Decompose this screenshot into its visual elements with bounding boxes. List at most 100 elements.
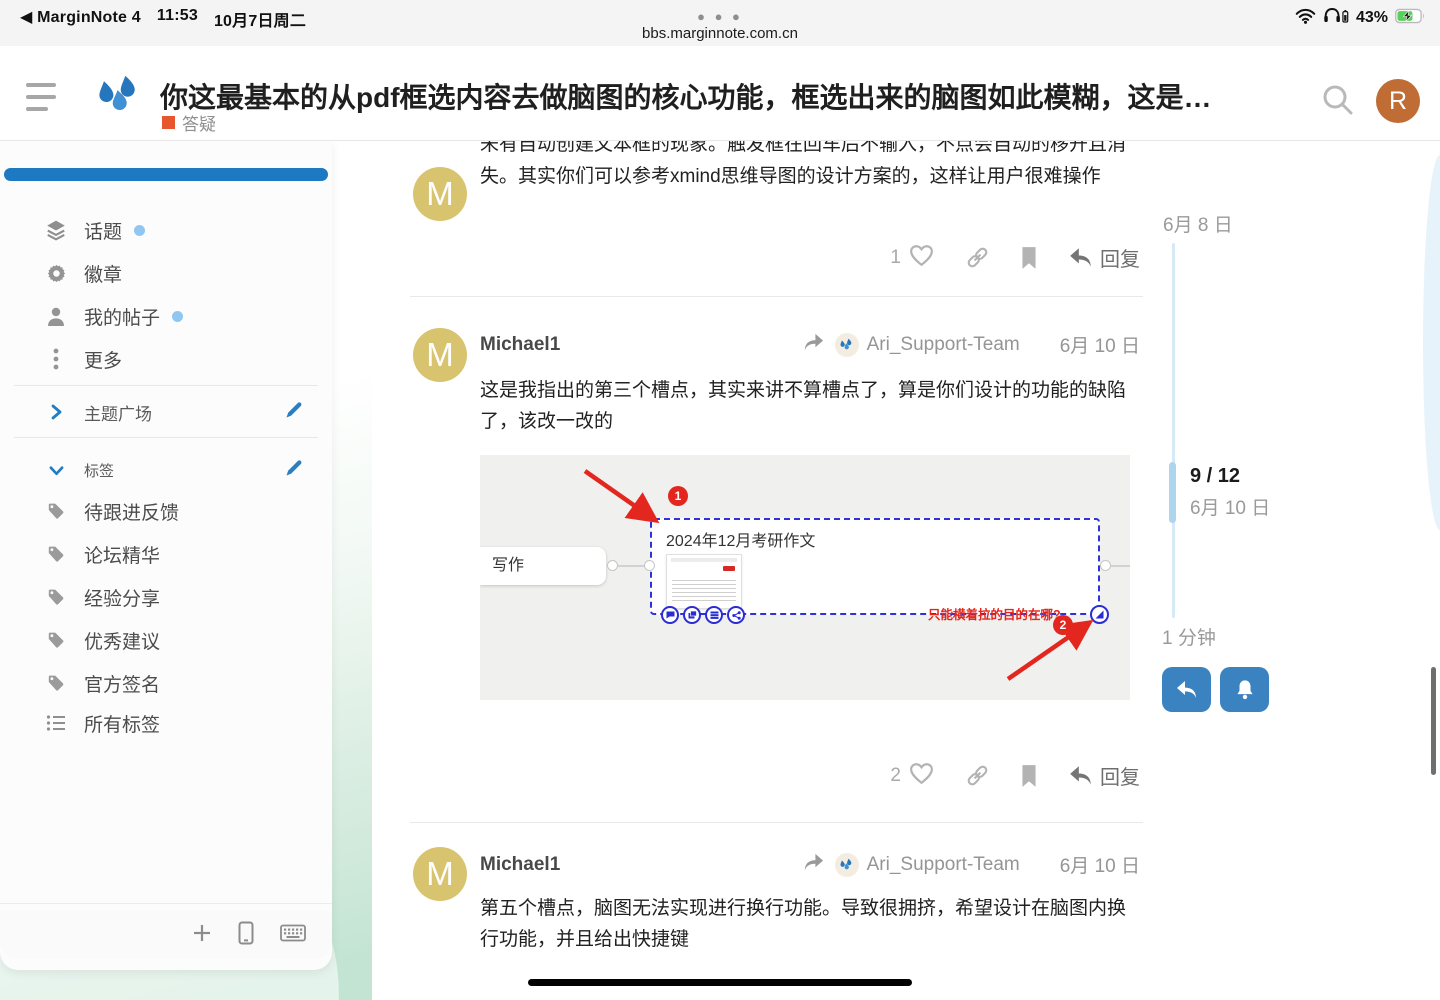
hamburger-menu-icon[interactable] (26, 83, 56, 111)
sidebar-tag-item[interactable]: 经验分享 (0, 581, 332, 613)
mobile-view-button[interactable] (238, 921, 254, 950)
sidebar: 话题 徽章 我的帖子 更多 主题广场 (0, 141, 332, 970)
sidebar-item-label: 更多 (84, 346, 122, 373)
marginnote-logo[interactable] (96, 70, 142, 127)
post-actions: 2 回复 (480, 761, 1140, 790)
battery-icon (1395, 8, 1426, 29)
sidebar-divider (14, 437, 318, 438)
annotation-marker-1: 1 (668, 486, 688, 506)
tag-icon (44, 545, 68, 563)
post-author-avatar[interactable]: M (413, 847, 467, 901)
chevron-right-icon (44, 404, 68, 420)
post-date[interactable]: 6月 10 日 (1060, 851, 1140, 878)
reply-to-name[interactable]: Ari_Support-Team (867, 334, 1020, 356)
address-bar[interactable]: bbs.marginnote.com.cn (0, 25, 1440, 42)
battery-percent: 43% (1356, 9, 1388, 27)
sidebar-item-my-posts[interactable]: 我的帖子 (0, 300, 332, 332)
reply-button[interactable]: 回复 (1068, 761, 1140, 790)
post-text: 失。其实你们可以参考xmind思维导图的设计方案的，这样让用户很难操作 (480, 161, 1140, 192)
page-menu-dots[interactable]: ● ● ● (0, 9, 1440, 24)
sidebar-section-categories[interactable]: 主题广场 (0, 396, 332, 428)
reply-to-name[interactable]: Ari_Support-Team (867, 854, 1020, 876)
reply-to-avatar[interactable] (835, 853, 859, 877)
sidebar-divider (14, 385, 318, 386)
section-label: 主题广场 (84, 400, 152, 425)
right-edge-decoration (1423, 155, 1440, 530)
current-user-avatar[interactable]: R (1376, 79, 1420, 123)
sidebar-footer-divider (0, 903, 332, 904)
layers-icon (44, 219, 68, 241)
sidebar-tag-item[interactable]: 论坛精华 (0, 538, 332, 570)
bookmark-icon[interactable] (1020, 764, 1038, 788)
home-indicator[interactable] (528, 979, 912, 986)
post-image-mindmap[interactable]: 写作 2024年12月考研作文 (480, 455, 1130, 700)
sidebar-item-topics[interactable]: 话题 (0, 214, 332, 246)
sidebar-item-badges[interactable]: 徽章 (0, 257, 332, 289)
like-heart-icon[interactable] (908, 761, 935, 790)
post-text: 这是我指出的第三个槽点，其实来讲不算槽点了，算是你们设计的功能的缺陷了，该改一改… (480, 375, 1140, 437)
bookmark-icon[interactable] (1020, 246, 1038, 270)
post-text: 第五个槽点，脑图无法实现进行换行功能。导致很拥挤，希望设计在脑图内换行功能，并且… (480, 893, 1140, 955)
search-icon[interactable] (1320, 82, 1356, 123)
timeline-current-date[interactable]: 6月 10 日 (1190, 493, 1270, 520)
timeline-start-date[interactable]: 6月 8 日 (1163, 210, 1233, 237)
reply-topic-button[interactable] (1162, 667, 1211, 712)
sidebar-item-all-tags[interactable]: 所有标签 (0, 707, 332, 739)
edit-pencil-icon[interactable] (284, 400, 304, 425)
sidebar-item-label: 所有标签 (84, 710, 160, 737)
section-label: 标签 (84, 460, 114, 481)
timeline-track (1172, 243, 1175, 618)
reply-label: 回复 (1100, 243, 1140, 272)
post-header: Michael1 Ari_Support-Team 6月 10 日 (480, 851, 1140, 878)
page-scrollbar[interactable] (1431, 667, 1436, 775)
sidebar-accent-bar (4, 168, 328, 181)
post-header: Michael1 Ari_Support-Team 6月 10 日 (480, 331, 1140, 358)
sidebar-tag-item[interactable]: 优秀建议 (0, 624, 332, 656)
notifications-bell-button[interactable] (1220, 667, 1269, 712)
unread-dot (172, 311, 183, 322)
tag-icon (44, 631, 68, 649)
list-icon (44, 714, 68, 732)
sidebar-tag-item[interactable]: 待跟进反馈 (0, 495, 332, 527)
post-author-avatar[interactable]: M (413, 328, 467, 382)
sidebar-item-label: 徽章 (84, 260, 122, 287)
timeline-scroller[interactable] (1169, 462, 1176, 523)
tag-label: 经验分享 (84, 584, 160, 611)
ellipsis-vertical-icon (44, 348, 68, 370)
keyboard-shortcuts-button[interactable] (280, 924, 306, 947)
post-stream: M 未有自动创建文本框的现象。触发框在回车后不输入，不点会自动的移开且消 失。其… (410, 141, 1143, 970)
like-count[interactable]: 2 (890, 765, 901, 787)
sidebar-item-more[interactable]: 更多 (0, 343, 332, 375)
badge-icon (44, 263, 68, 284)
timeline-last-activity: 1 分钟 (1162, 623, 1216, 650)
post-author-avatar[interactable]: M (413, 167, 467, 221)
like-heart-icon[interactable] (908, 243, 935, 272)
copy-link-icon[interactable] (965, 763, 990, 788)
copy-link-icon[interactable] (965, 245, 990, 270)
post-date[interactable]: 6月 10 日 (1060, 331, 1140, 358)
post-divider (410, 822, 1143, 823)
category-label: 答疑 (182, 110, 216, 135)
reply-button[interactable]: 回复 (1068, 243, 1140, 272)
tag-label: 官方签名 (84, 670, 160, 697)
post-author-name[interactable]: Michael1 (480, 854, 560, 876)
tag-label: 优秀建议 (84, 627, 160, 654)
status-bar: ◀ MarginNote 4 11:53 10月7日周二 ● ● ● bbs.m… (0, 0, 1440, 46)
post-actions: 1 回复 (480, 243, 1140, 272)
forward-arrow-icon (802, 332, 825, 357)
tag-icon (44, 588, 68, 606)
like-count[interactable]: 1 (890, 247, 901, 269)
screen: ◀ MarginNote 4 11:53 10月7日周二 ● ● ● bbs.m… (0, 0, 1440, 1000)
unread-dot (134, 225, 145, 236)
topic-category[interactable]: 答疑 (162, 110, 216, 135)
sidebar-section-tags[interactable]: 标签 (0, 454, 332, 486)
post-text-clipped: 未有自动创建文本框的现象。触发框在回车后不输入，不点会自动的移开且消 (480, 141, 1140, 160)
add-section-button[interactable] (192, 923, 212, 948)
sidebar-tag-item[interactable]: 官方签名 (0, 667, 332, 699)
edit-pencil-icon[interactable] (284, 458, 304, 483)
tag-icon (44, 502, 68, 520)
reply-label: 回复 (1100, 761, 1140, 790)
forward-arrow-icon (802, 852, 825, 877)
post-author-name[interactable]: Michael1 (480, 334, 560, 356)
reply-to-avatar[interactable] (835, 333, 859, 357)
